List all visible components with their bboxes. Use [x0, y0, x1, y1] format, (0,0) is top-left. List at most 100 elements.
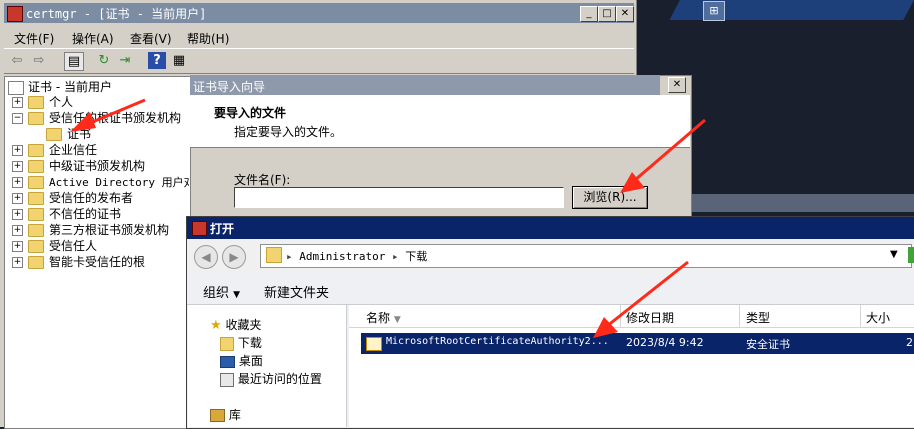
expand-icon[interactable]: +: [12, 225, 23, 236]
expand-icon[interactable]: +: [12, 177, 23, 188]
tree-item-certificates[interactable]: 证书: [46, 126, 91, 142]
file-type: 安全证书: [746, 338, 790, 351]
breadcrumb: ▸ Administrator ▸ 下载: [286, 250, 428, 263]
tree-root[interactable]: 证书 - 当前用户: [8, 79, 112, 95]
minimize-icon[interactable]: _: [580, 6, 598, 22]
show-tree-icon[interactable]: ▤: [64, 52, 84, 71]
tree-item-label: Active Directory 用户对象: [49, 176, 189, 189]
tree-item-smartcard-root[interactable]: + 智能卡受信任的根: [12, 254, 145, 270]
tree-item-label: 不信任的证书: [49, 207, 122, 221]
properties-icon[interactable]: ▦: [170, 52, 188, 69]
organize-button[interactable]: 组织 ▼: [203, 282, 240, 301]
folder-icon: [28, 144, 44, 157]
tree-item-personal[interactable]: + 个人: [12, 94, 73, 110]
wizard-header: [190, 95, 690, 148]
tree-item-label: 证书: [67, 127, 92, 141]
wizard-close-icon[interactable]: ✕: [668, 77, 686, 93]
tree-root-label: 证书 - 当前用户: [28, 80, 112, 94]
help-icon[interactable]: ?: [148, 52, 166, 69]
new-folder-button[interactable]: 新建文件夹: [264, 282, 329, 301]
folder-icon: [28, 112, 44, 125]
menu-file[interactable]: 文件(F): [14, 30, 54, 47]
column-date[interactable]: 修改日期: [626, 309, 674, 326]
close-icon[interactable]: ✕: [616, 6, 634, 22]
file-size: 2: [906, 336, 913, 349]
forward-icon[interactable]: ▶: [222, 245, 246, 269]
column-type[interactable]: 类型: [746, 309, 770, 326]
nav-library[interactable]: 库: [210, 406, 241, 423]
nav-favorites-label: 收藏夹: [225, 318, 262, 332]
certmgr-title: certmgr - [证书 - 当前用户]: [26, 7, 207, 21]
nav-item-downloads[interactable]: 下载: [220, 334, 262, 351]
expand-icon[interactable]: +: [12, 209, 23, 220]
folder-icon: [46, 128, 62, 141]
column-size[interactable]: 大小: [866, 309, 890, 326]
refresh-icon[interactable]: ↻: [95, 52, 113, 69]
expand-icon[interactable]: +: [12, 257, 23, 268]
wizard-subheading: 指定要导入的文件。: [234, 125, 343, 139]
wizard-title: 证书导入向导: [193, 80, 266, 94]
folder-icon: [28, 224, 44, 237]
tree-item-trusted-people[interactable]: + 受信任人: [12, 238, 97, 254]
expand-icon[interactable]: +: [12, 193, 23, 204]
nav-item-recent[interactable]: 最近访问的位置: [220, 370, 322, 387]
folder-icon: [28, 192, 44, 205]
menu-action[interactable]: 操作(A): [72, 30, 114, 47]
expand-icon[interactable]: +: [12, 241, 23, 252]
nav-item-desktop[interactable]: 桌面: [220, 352, 263, 369]
tree-item-active-directory[interactable]: + Active Directory 用户对象: [12, 174, 189, 190]
tree-item-trusted-root[interactable]: − 受信任的根证书颁发机构: [12, 110, 181, 126]
tree-item-label: 受信任的发布者: [49, 191, 134, 205]
tree-item-intermediate-ca[interactable]: + 中级证书颁发机构: [12, 158, 145, 174]
tree-item-label: 受信任人: [49, 239, 98, 253]
file-name-label: 文件名(F):: [234, 173, 291, 187]
nav-item-label: 下载: [237, 336, 262, 350]
open-dialog-title: 打开: [210, 222, 235, 236]
back-icon[interactable]: ◀: [194, 245, 218, 269]
desktop-icon: [220, 355, 235, 368]
organize-label: 组织: [203, 286, 230, 301]
maximize-icon[interactable]: □: [598, 6, 616, 22]
browse-button[interactable]: 浏览(R)...: [572, 186, 648, 209]
folder-icon: [28, 96, 44, 109]
column-divider[interactable]: [860, 305, 861, 327]
file-name-input[interactable]: [234, 187, 564, 208]
expand-icon[interactable]: +: [12, 97, 23, 108]
column-divider[interactable]: [739, 305, 740, 327]
menu-view[interactable]: 查看(V): [130, 30, 172, 47]
breadcrumb-item[interactable]: 下载: [405, 250, 427, 263]
expand-icon[interactable]: +: [12, 145, 23, 156]
tree-item-trusted-publishers[interactable]: + 受信任的发布者: [12, 190, 133, 206]
star-icon: ★: [210, 318, 222, 333]
collapse-icon[interactable]: −: [12, 113, 23, 124]
folder-icon: [28, 256, 44, 269]
nav-favorites[interactable]: ★ 收藏夹: [210, 316, 262, 333]
back-arrow-icon[interactable]: ⇦: [8, 52, 26, 69]
tree-item-label: 企业信任: [49, 143, 98, 157]
breadcrumb-item[interactable]: Administrator: [299, 250, 385, 263]
recent-places-icon: [220, 372, 234, 387]
nav-item-label: 桌面: [238, 354, 263, 368]
tree-item-third-party-root[interactable]: + 第三方根证书颁发机构: [12, 222, 169, 238]
open-dialog-titlebar[interactable]: [187, 217, 914, 239]
downloads-folder-icon: [220, 336, 234, 351]
column-divider[interactable]: [620, 305, 621, 327]
tree-item-label: 受信任的根证书颁发机构: [49, 111, 182, 125]
tree-item-enterprise-trust[interactable]: + 企业信任: [12, 142, 97, 158]
folder-icon: [266, 247, 282, 263]
column-name-label: 名称: [366, 311, 391, 325]
sort-icon: ▼: [393, 315, 401, 325]
column-name[interactable]: 名称 ▼: [366, 309, 401, 326]
expand-icon[interactable]: +: [12, 161, 23, 172]
folder-icon: [28, 160, 44, 173]
dialog-app-icon: [192, 221, 207, 236]
dropdown-arrow-icon[interactable]: ▼: [890, 249, 898, 260]
tree-item-untrusted[interactable]: + 不信任的证书: [12, 206, 121, 222]
forward-arrow-icon[interactable]: ⇨: [30, 52, 48, 69]
nav-library-label: 库: [228, 408, 241, 422]
refresh-icon[interactable]: [908, 247, 914, 263]
nav-item-label: 最近访问的位置: [237, 372, 322, 386]
export-list-icon[interactable]: ⇥: [116, 52, 134, 69]
menu-help[interactable]: 帮助(H): [187, 30, 229, 47]
tree-item-label: 第三方根证书颁发机构: [49, 223, 170, 237]
